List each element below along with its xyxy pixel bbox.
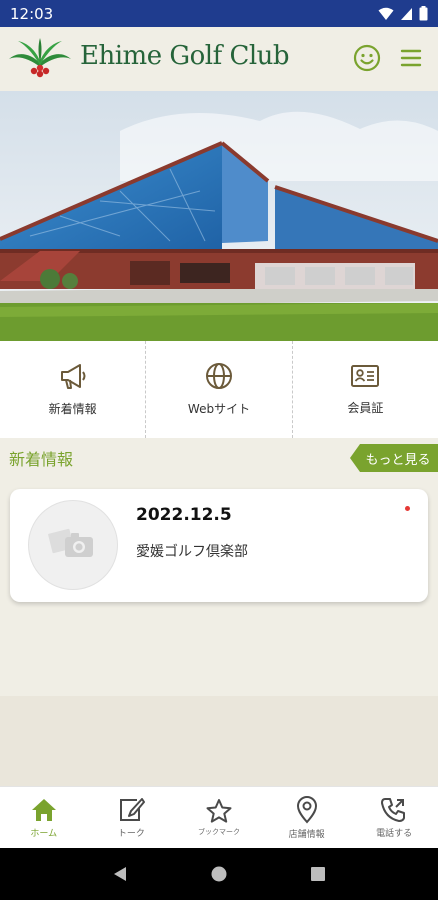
star-icon (206, 799, 232, 823)
signal-icon (401, 7, 412, 20)
status-icons (378, 6, 428, 21)
quick-website[interactable]: Webサイト (146, 341, 293, 438)
back-icon[interactable] (111, 865, 129, 883)
home-nav-icon[interactable] (210, 865, 228, 883)
news-section-title: 新着情報 (9, 450, 74, 469)
club-logo-icon (9, 38, 71, 78)
tab-home[interactable]: ホーム (0, 787, 88, 848)
tab-talk[interactable]: トーク (88, 787, 176, 848)
quick-actions: 新着情報 Webサイト 会員証 (0, 341, 438, 438)
wifi-icon (378, 7, 394, 20)
menu-icon[interactable] (396, 43, 426, 73)
unread-dot (405, 506, 410, 511)
tab-home-label: ホーム (30, 828, 58, 839)
status-bar: 12:03 (0, 0, 438, 27)
system-nav-bar (0, 848, 438, 900)
news-section-header: 新着情報 もっと見る (0, 443, 438, 473)
app-header: Ehime Golf Club (0, 27, 438, 91)
battery-icon (419, 6, 428, 21)
lower-background (0, 696, 438, 786)
quick-member-card-label: 会員証 (347, 401, 384, 415)
home-icon (31, 798, 56, 821)
news-card[interactable]: 2022.12.5 愛媛ゴルフ倶楽部 (10, 489, 428, 602)
hero-image (0, 91, 438, 341)
news-date: 2022.12.5 (136, 505, 232, 525)
quick-website-label: Webサイト (187, 402, 251, 416)
megaphone-icon (60, 364, 86, 389)
news-thumbnail (28, 500, 118, 590)
recents-icon[interactable] (309, 865, 327, 883)
tab-store-info[interactable]: 店舗情報 (263, 787, 351, 848)
quick-news-label: 新着情報 (48, 402, 97, 416)
map-pin-icon (296, 795, 317, 824)
more-button[interactable]: もっと見る (350, 444, 438, 472)
quick-news[interactable]: 新着情報 (0, 341, 147, 438)
tab-bookmark[interactable]: ブックマーク (175, 787, 263, 848)
photo-placeholder-icon (48, 528, 93, 557)
globe-icon (205, 363, 232, 389)
tab-bookmark-label: ブックマーク (197, 828, 240, 836)
smiley-icon[interactable] (352, 43, 382, 73)
status-time: 12:03 (10, 4, 54, 23)
edit-icon (120, 797, 146, 821)
tab-call-label: 電話する (376, 828, 413, 839)
news-text: 愛媛ゴルフ倶楽部 (136, 544, 248, 560)
id-card-icon (351, 365, 380, 387)
quick-member-card[interactable]: 会員証 (293, 341, 438, 438)
bottom-tab-bar: ホーム トーク ブックマーク 店舗情報 電話する (0, 786, 438, 848)
tab-store-info-label: 店舗情報 (288, 829, 325, 840)
phone-icon (381, 797, 406, 822)
brand-title: Ehime Golf Club (80, 41, 290, 71)
tab-call[interactable]: 電話する (350, 787, 438, 848)
tab-talk-label: トーク (117, 828, 145, 839)
